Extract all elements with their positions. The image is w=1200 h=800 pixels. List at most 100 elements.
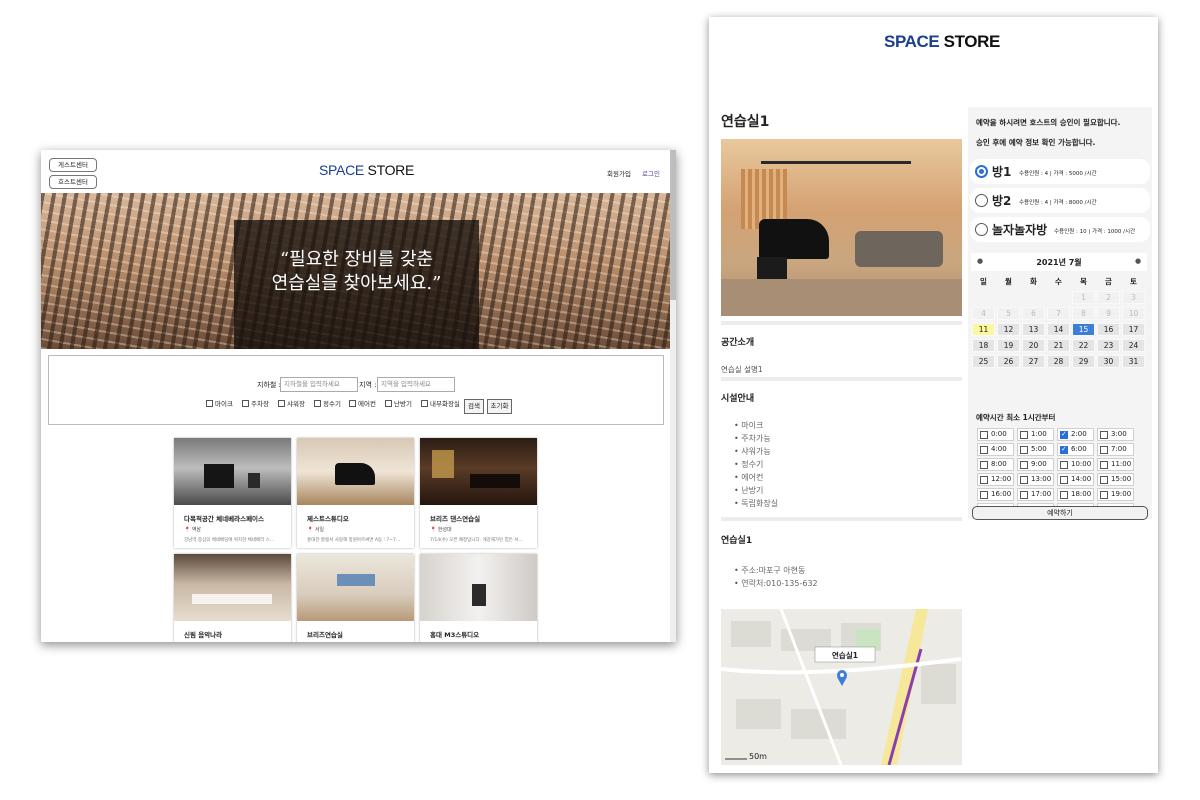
space-card[interactable]: 홍대 M3스튜디오 (420, 554, 537, 642)
space-card[interactable]: 신림 음악나라 (174, 554, 291, 642)
logo[interactable]: SPACE STORE (884, 32, 1000, 52)
space-card[interactable]: 브리즈 댄스연습실 📍 한성대 7/14(수) 오픈 예정입니다. 개강해가된 … (420, 438, 537, 548)
calendar-day[interactable]: 16 (1097, 323, 1120, 336)
option-restroom[interactable]: 내부화장실 (421, 398, 460, 408)
calendar-day[interactable]: 19 (997, 339, 1020, 352)
calendar-day[interactable]: 14 (1047, 323, 1070, 336)
space-card[interactable]: 다목적공간 체네베라스페이스 📍 역삼 강남역 중심의 체네베딩에 위치한 체네… (174, 438, 291, 548)
calendar-day[interactable]: 27 (1022, 355, 1045, 368)
time-slot[interactable]: 2:00 (1057, 428, 1094, 441)
checkbox[interactable] (1020, 491, 1028, 499)
checkbox[interactable] (1020, 446, 1028, 454)
time-slot[interactable]: 5:00 (1017, 443, 1054, 456)
checkbox[interactable] (1100, 446, 1108, 454)
scroll-thumb[interactable] (670, 150, 676, 300)
signup-link[interactable]: 회원가입 (607, 168, 631, 178)
checkbox[interactable] (1060, 444, 1068, 455)
time-slot[interactable]: 11:00 (1097, 458, 1134, 471)
calendar-day[interactable]: 17 (1122, 323, 1145, 336)
checkbox[interactable] (1020, 476, 1028, 484)
checkbox[interactable] (314, 399, 321, 407)
calendar-day[interactable]: 23 (1097, 339, 1120, 352)
option-shower[interactable]: 샤워장 (278, 398, 305, 408)
calendar-day[interactable]: 15 (1072, 323, 1095, 336)
time-slot[interactable]: 8:00 (977, 458, 1014, 471)
calendar-day[interactable]: 11 (972, 323, 995, 336)
time-slot[interactable]: 19:00 (1097, 488, 1134, 501)
area-input[interactable]: 지역을 입력하세요 (377, 377, 455, 392)
radio-button[interactable] (975, 165, 988, 178)
checkbox[interactable] (1060, 429, 1068, 440)
location-map[interactable]: 연습실1 50m (721, 609, 962, 765)
time-slot[interactable]: 3:00 (1097, 428, 1134, 441)
calendar-day[interactable]: 22 (1072, 339, 1095, 352)
option-heater[interactable]: 난방기 (385, 398, 412, 408)
calendar-day[interactable]: 30 (1097, 355, 1120, 368)
calendar-day[interactable]: 13 (1022, 323, 1045, 336)
calendar-day[interactable]: 31 (1122, 355, 1145, 368)
calendar-day[interactable]: 12 (997, 323, 1020, 336)
time-slot[interactable]: 10:00 (1057, 458, 1094, 471)
time-slot[interactable]: 15:00 (1097, 473, 1134, 486)
subway-input[interactable]: 지하철을 입력하세요 (280, 377, 358, 392)
checkbox[interactable] (1020, 431, 1028, 439)
radio-button[interactable] (975, 223, 988, 236)
option-parking[interactable]: 주차장 (242, 398, 269, 408)
search-button[interactable]: 검색 (464, 399, 484, 414)
checkbox[interactable] (1020, 461, 1028, 469)
room-option-1[interactable]: 방1 수용인원 : 4 | 가격 : 5000 /시간 (970, 159, 1150, 184)
next-month-icon[interactable]: ● (1135, 257, 1141, 265)
checkbox[interactable] (980, 491, 988, 499)
checkbox[interactable] (1100, 491, 1108, 499)
time-slot[interactable]: 7:00 (1097, 443, 1134, 456)
checkbox[interactable] (1100, 461, 1108, 469)
calendar-day[interactable]: 28 (1047, 355, 1070, 368)
time-slot[interactable]: 14:00 (1057, 473, 1094, 486)
checkbox[interactable] (980, 446, 988, 454)
book-button[interactable]: 예약하기 (972, 506, 1148, 520)
checkbox[interactable] (1100, 431, 1108, 439)
scrollbar[interactable] (670, 150, 676, 642)
checkbox[interactable] (980, 461, 988, 469)
calendar-day[interactable]: 24 (1122, 339, 1145, 352)
option-water[interactable]: 정수기 (314, 398, 341, 408)
login-link[interactable]: 로그인 (642, 168, 660, 178)
radio-button[interactable] (975, 194, 988, 207)
checkbox[interactable] (385, 399, 392, 407)
room-option-2[interactable]: 방2 수용인원 : 4 | 가격 : 8000 /시간 (970, 188, 1150, 213)
calendar-day[interactable]: 29 (1072, 355, 1095, 368)
room-option-3[interactable]: 놀자놀자방 수용인원 : 10 | 가격 : 1000 /시간 (970, 217, 1150, 242)
time-slot[interactable]: 4:00 (977, 443, 1014, 456)
checkbox[interactable] (242, 399, 249, 407)
time-slot[interactable]: 18:00 (1057, 488, 1094, 501)
checkbox[interactable] (206, 399, 213, 407)
time-slot[interactable]: 9:00 (1017, 458, 1054, 471)
calendar-day[interactable]: 21 (1047, 339, 1070, 352)
checkbox[interactable] (421, 399, 428, 407)
checkbox[interactable] (1100, 476, 1108, 484)
time-slot[interactable]: 12:00 (977, 473, 1014, 486)
calendar-day[interactable]: 18 (972, 339, 995, 352)
space-card[interactable]: 브리즈연습실 (297, 554, 414, 642)
space-card[interactable]: 제스트스튜디오 📍 서일 홍대한 할렝서 사랑해 정원아르싸면 A동 : 7~7… (297, 438, 414, 548)
calendar-day[interactable]: 26 (997, 355, 1020, 368)
checkbox[interactable] (980, 476, 988, 484)
guest-center-button[interactable]: 게스트센터 (49, 158, 97, 172)
option-aircon[interactable]: 에어컨 (349, 398, 376, 408)
option-mic[interactable]: 마이크 (206, 398, 233, 408)
reset-button[interactable]: 초기화 (487, 399, 512, 414)
time-slot[interactable]: 16:00 (977, 488, 1014, 501)
checkbox[interactable] (980, 431, 988, 439)
checkbox[interactable] (1060, 491, 1068, 499)
host-center-button[interactable]: 호스트센터 (49, 175, 97, 189)
time-slot[interactable]: 13:00 (1017, 473, 1054, 486)
checkbox[interactable] (1060, 476, 1068, 484)
time-slot[interactable]: 6:00 (1057, 443, 1094, 456)
logo[interactable]: SPACE STORE (319, 162, 414, 178)
time-slot[interactable]: 17:00 (1017, 488, 1054, 501)
checkbox[interactable] (278, 399, 285, 407)
time-slot[interactable]: 0:00 (977, 428, 1014, 441)
checkbox[interactable] (1060, 461, 1068, 469)
calendar-day[interactable]: 25 (972, 355, 995, 368)
checkbox[interactable] (349, 399, 356, 407)
